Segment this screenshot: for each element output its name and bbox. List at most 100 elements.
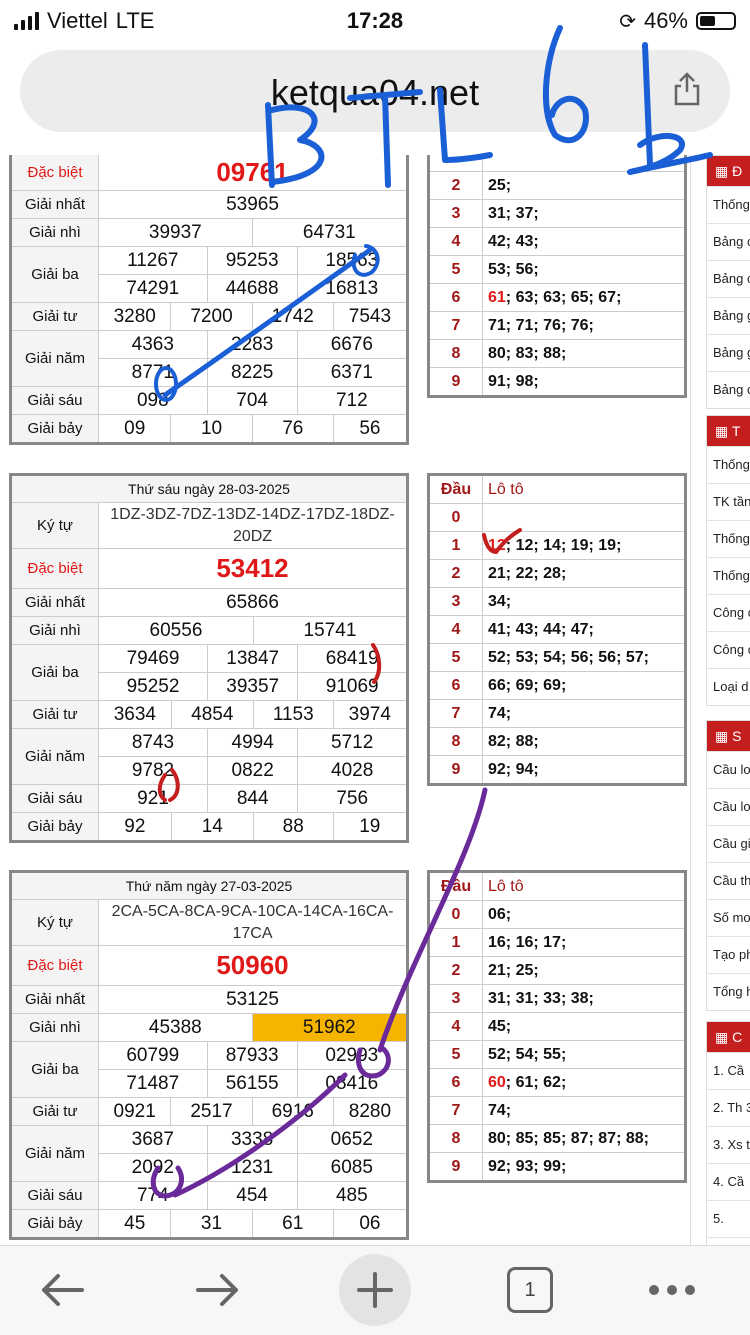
more-button[interactable] xyxy=(642,1260,702,1320)
orientation-lock-icon: ⟳ xyxy=(619,10,636,33)
loto-row: 1 16; 16; 17; xyxy=(428,928,686,957)
loto-values: 06; xyxy=(482,900,686,929)
loto-values: 31; 37; xyxy=(482,199,686,228)
seventh-prize: 14 xyxy=(170,812,254,842)
loto-head-digit: 5 xyxy=(428,1040,483,1069)
browser-toolbar: 1 xyxy=(0,1245,750,1335)
loto-values: 53; 56; xyxy=(482,255,686,284)
third-prize: 44688 xyxy=(206,274,298,303)
seventh-prize: 31 xyxy=(170,1209,253,1239)
draw-code: 1DZ-3DZ-7DZ-13DZ-14DZ-17DZ-18DZ-20DZ xyxy=(98,502,408,549)
sidebar-link[interactable]: 1. Cầ xyxy=(707,1052,750,1089)
loto-head-digit: 0 xyxy=(428,900,483,929)
loto-values: 92; 93; 99; xyxy=(482,1152,686,1182)
special-loto: 60 xyxy=(488,1073,506,1091)
sidebar-box-bridges: ▦ S Cầu lo Cầu lo Cầu gi Cầu th Số mo Tạo ph Tổ… xyxy=(706,720,750,1011)
loto-row: 7 74; xyxy=(428,1096,686,1125)
third-prize: 71487 xyxy=(98,1069,208,1098)
sidebar-link[interactable]: TK tần xyxy=(707,483,750,520)
third-prize: 11267 xyxy=(98,246,208,275)
label-third: Giải ba xyxy=(10,644,99,701)
loto-head-digit: 9 xyxy=(428,1152,483,1182)
label-code: Ký tự xyxy=(10,899,99,946)
sidebar-link[interactable]: Cầu gi xyxy=(707,825,750,862)
tabs-button[interactable]: 1 xyxy=(500,1260,560,1320)
fourth-prize: 7543 xyxy=(332,302,409,331)
sidebar-link[interactable]: Cầu lo xyxy=(707,788,750,825)
label-seventh: Giải bảy xyxy=(10,812,99,842)
label-special: Đặc biệt xyxy=(10,945,99,986)
sidebar-link[interactable]: Cầu th xyxy=(707,862,750,899)
fourth-prize: 7200 xyxy=(170,302,253,331)
fourth-prize: 4854 xyxy=(170,700,254,729)
seventh-prize: 09 xyxy=(97,414,172,444)
loto-table-1: 2 25; 3 31; 37; 4 42; 43; 5 53; 56; 6 61; 63; 63;… xyxy=(427,155,687,398)
loto-row: 1 12; 12; 14; 19; 19; xyxy=(428,531,686,560)
fifth-prize: 3687 xyxy=(98,1125,208,1154)
sidebar-link[interactable]: Thống xyxy=(707,186,750,223)
fourth-prize: 1153 xyxy=(252,700,334,729)
sixth-prize: 704 xyxy=(206,386,298,415)
sidebar-link[interactable]: 6. xyxy=(707,1237,750,1245)
fifth-prize: 6085 xyxy=(296,1153,409,1182)
back-button[interactable] xyxy=(32,1260,92,1320)
arrow-left-icon xyxy=(42,1274,84,1306)
sidebar-link[interactable]: Công c VIP xyxy=(707,631,750,668)
sidebar-box-tools: ▦ TThốngTK tầnThốngThốngCông cCông c VIP… xyxy=(706,415,750,706)
sidebar-link[interactable]: 2. Th 31 xyxy=(707,1089,750,1126)
label-second: Giải nhì xyxy=(10,218,99,247)
sidebar-link[interactable]: Bảng c xyxy=(707,223,750,260)
fifth-prize: 8225 xyxy=(206,358,298,387)
loto-head-digit: 8 xyxy=(428,339,483,368)
special-prize: 09761 xyxy=(98,155,408,191)
loto-row: 0 06; xyxy=(428,900,686,929)
sidebar-link[interactable]: Thống xyxy=(707,446,750,483)
sidebar-link[interactable]: Công c xyxy=(707,594,750,631)
sidebar-link[interactable]: Bảng c xyxy=(707,371,750,408)
label-special: Đặc biệt xyxy=(10,548,99,589)
sidebar-link[interactable]: Bảng c xyxy=(707,260,750,297)
address-bar[interactable]: ketqua04.net xyxy=(20,50,730,132)
loto-row: 9 92; 93; 99; xyxy=(428,1152,686,1182)
loto-head-digit: 3 xyxy=(428,199,483,228)
third-prize: 60799 xyxy=(98,1041,208,1070)
label-fourth: Giải tư xyxy=(10,302,99,331)
head-header: Đầu xyxy=(428,474,483,504)
sidebar-link[interactable]: Thống xyxy=(707,557,750,594)
sixth-prize: 921 xyxy=(98,784,208,813)
fifth-prize: 1231 xyxy=(206,1153,298,1182)
loto-row: 4 41; 43; 44; 47; xyxy=(428,615,686,644)
loto-row: 5 53; 56; xyxy=(428,255,686,284)
sidebar-link[interactable]: Bảng g xyxy=(707,334,750,371)
loto-values: 66; 69; 69; xyxy=(482,671,686,700)
fifth-prize: 8771 xyxy=(98,358,208,387)
loto-head-digit: 7 xyxy=(428,311,483,340)
special-loto: 61 xyxy=(488,288,506,306)
third-prize: 95253 xyxy=(206,246,298,275)
sidebar-link[interactable]: Tạo ph xyxy=(707,936,750,973)
url-text[interactable]: ketqua04.net xyxy=(20,72,730,114)
sidebar-link[interactable]: 3. Xs tư xyxy=(707,1126,750,1163)
battery-icon xyxy=(696,12,736,30)
sidebar-link[interactable]: Thống xyxy=(707,520,750,557)
result-table-1: Đặc biệt 09761 Giải nhất 53965 Giải nhì 399… xyxy=(9,155,409,445)
loto-values: 45; xyxy=(482,1012,686,1041)
sidebar-link[interactable]: 4. Cầ xyxy=(707,1163,750,1200)
sidebar-link[interactable]: Loại d xyxy=(707,668,750,705)
new-tab-button[interactable] xyxy=(339,1254,411,1326)
loto-head-digit: 4 xyxy=(428,615,483,644)
loto-row: 9 92; 94; xyxy=(428,755,686,785)
sidebar-link[interactable]: Tổng h xyxy=(707,973,750,1010)
forward-button[interactable] xyxy=(188,1260,248,1320)
fourth-prize: 3634 xyxy=(98,700,172,729)
result-table-3: Thứ năm ngày 27-03-2025 Ký tự 2CA-5CA-8CA… xyxy=(9,870,409,1240)
sidebar-link[interactable]: 5. xyxy=(707,1200,750,1237)
sidebar-link[interactable]: Bảng g xyxy=(707,297,750,334)
loto-values: 80; 83; 88; xyxy=(482,339,686,368)
loto-values: 21; 25; xyxy=(482,956,686,985)
sidebar-link[interactable]: Cầu lo xyxy=(707,751,750,788)
sidebar-link[interactable]: Số mo xyxy=(707,899,750,936)
loto-table-2: Đầu Lô tô 0 1 12; 12; 14; 19; 19; 2 21; 22; 2… xyxy=(427,473,687,786)
share-icon[interactable] xyxy=(672,72,702,106)
label-sixth: Giải sáu xyxy=(10,1181,99,1210)
